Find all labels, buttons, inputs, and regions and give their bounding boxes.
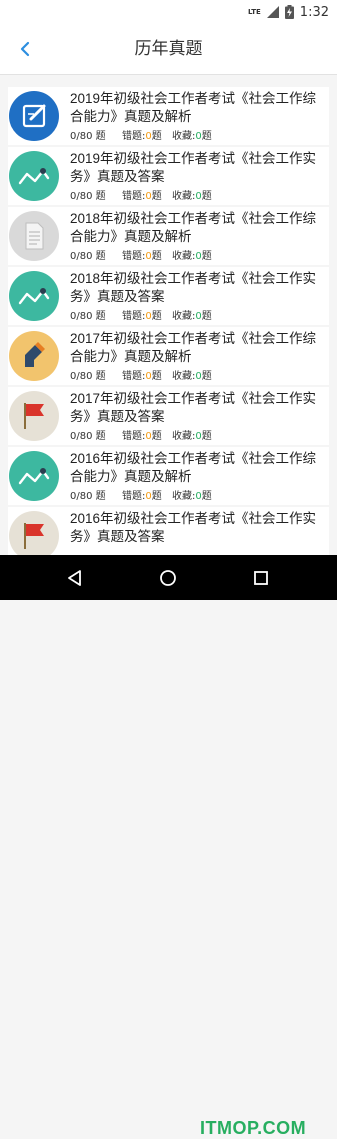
question-count: 0/80 题 bbox=[70, 251, 106, 262]
status-icons: LTE 1:32 bbox=[248, 3, 329, 21]
system-nav-bar: ITMOP.COM bbox=[0, 555, 337, 1138]
question-count: 0/80 题 bbox=[70, 431, 106, 442]
status-bar: LTE 1:32 bbox=[0, 0, 337, 24]
document-icon bbox=[9, 211, 59, 261]
exam-title: 2016年初级社会工作者考试《社会工作综合能力》真题及解析 bbox=[70, 451, 317, 484]
exam-title: 2016年初级社会工作者考试《社会工作实务》真题及答案 bbox=[70, 511, 317, 544]
exam-title: 2019年初级社会工作者考试《社会工作综合能力》真题及解析 bbox=[70, 91, 317, 124]
exam-title: 2018年初级社会工作者考试《社会工作综合能力》真题及解析 bbox=[70, 211, 317, 244]
page-title: 历年真题 bbox=[134, 39, 203, 59]
wrong-count: 错题:0题 bbox=[122, 371, 162, 382]
exam-title: 2017年初级社会工作者考试《社会工作综合能力》真题及解析 bbox=[70, 331, 317, 364]
question-count: 0/80 题 bbox=[70, 131, 106, 142]
wrong-count: 错题:0题 bbox=[122, 431, 162, 442]
wrong-count: 错题:0题 bbox=[122, 131, 162, 142]
exam-item[interactable]: 2018年初级社会工作者考试《社会工作综合能力》真题及解析 0/80 题 错题:… bbox=[8, 207, 329, 265]
favorite-count: 收藏:0题 bbox=[172, 371, 212, 382]
exam-stats: 0/80 题 错题:0题 收藏:0题 bbox=[70, 130, 326, 144]
question-count: 0/80 题 bbox=[70, 191, 106, 202]
exam-title: 2018年初级社会工作者考试《社会工作实务》真题及答案 bbox=[70, 271, 317, 304]
question-count: 0/80 题 bbox=[70, 311, 106, 322]
favorite-count: 收藏:0题 bbox=[172, 191, 212, 202]
recents-nav-button[interactable] bbox=[248, 565, 274, 591]
exam-item[interactable]: 2019年初级社会工作者考试《社会工作实务》真题及答案 0/80 题 错题:0题… bbox=[8, 147, 329, 205]
trend-icon bbox=[9, 151, 59, 201]
favorite-count: 收藏:0题 bbox=[172, 431, 212, 442]
back-triangle-icon bbox=[68, 570, 81, 586]
exam-stats: 0/80 题 错题:0题 收藏:0题 bbox=[70, 490, 326, 504]
wrong-count: 错题:0题 bbox=[122, 191, 162, 202]
wrong-count: 错题:0题 bbox=[122, 311, 162, 322]
exam-item[interactable]: 2017年初级社会工作者考试《社会工作实务》真题及答案 0/80 题 错题:0题… bbox=[8, 387, 329, 445]
question-count: 0/80 题 bbox=[70, 371, 106, 382]
exam-stats: 0/80 题 错题:0题 收藏:0题 bbox=[70, 310, 326, 324]
favorite-count: 收藏:0题 bbox=[172, 131, 212, 142]
favorite-count: 收藏:0题 bbox=[172, 491, 212, 502]
trend-icon bbox=[9, 271, 59, 321]
clock: 1:32 bbox=[299, 4, 329, 20]
question-count: 0/80 题 bbox=[70, 491, 106, 502]
exam-stats: 0/80 题 错题:0题 收藏:0题 bbox=[70, 430, 326, 444]
flag-icon bbox=[9, 391, 59, 441]
favorite-count: 收藏:0题 bbox=[172, 311, 212, 322]
exam-item[interactable]: 2018年初级社会工作者考试《社会工作实务》真题及答案 0/80 题 错题:0题… bbox=[8, 267, 329, 325]
exam-stats: 0/80 题 错题:0题 收藏:0题 bbox=[70, 250, 326, 264]
favorite-count: 收藏:0题 bbox=[172, 251, 212, 262]
exam-stats: 0/80 题 错题:0题 收藏:0题 bbox=[70, 190, 326, 204]
exam-item[interactable]: 2019年初级社会工作者考试《社会工作综合能力》真题及解析 0/80 题 错题:… bbox=[8, 87, 329, 145]
ruler-icon bbox=[9, 331, 59, 381]
watermark: ITMOP.COM bbox=[200, 1118, 307, 1138]
header: 历年真题 bbox=[0, 24, 337, 75]
network-type: LTE bbox=[247, 7, 261, 16]
battery-icon bbox=[284, 5, 294, 19]
home-circle-icon bbox=[160, 570, 176, 586]
exam-title: 2017年初级社会工作者考试《社会工作实务》真题及答案 bbox=[70, 391, 317, 424]
flag-icon bbox=[9, 511, 59, 555]
signal-icon bbox=[266, 6, 279, 18]
back-nav-button[interactable] bbox=[62, 565, 88, 591]
exam-stats: 0/80 题 错题:0题 收藏:0题 bbox=[70, 370, 326, 384]
trend-icon bbox=[9, 451, 59, 501]
wrong-count: 错题:0题 bbox=[122, 251, 162, 262]
exam-item[interactable]: 2016年初级社会工作者考试《社会工作实务》真题及答案 bbox=[8, 507, 329, 555]
wrong-count: 错题:0题 bbox=[122, 491, 162, 502]
exam-list: 2019年初级社会工作者考试《社会工作综合能力》真题及解析 0/80 题 错题:… bbox=[0, 83, 337, 555]
home-nav-button[interactable] bbox=[155, 565, 181, 591]
exam-item[interactable]: 2016年初级社会工作者考试《社会工作综合能力》真题及解析 0/80 题 错题:… bbox=[8, 447, 329, 505]
recents-square-icon bbox=[254, 571, 268, 585]
edit-icon bbox=[9, 91, 59, 141]
exam-item[interactable]: 2017年初级社会工作者考试《社会工作综合能力》真题及解析 0/80 题 错题:… bbox=[8, 327, 329, 385]
exam-title: 2019年初级社会工作者考试《社会工作实务》真题及答案 bbox=[70, 151, 317, 184]
